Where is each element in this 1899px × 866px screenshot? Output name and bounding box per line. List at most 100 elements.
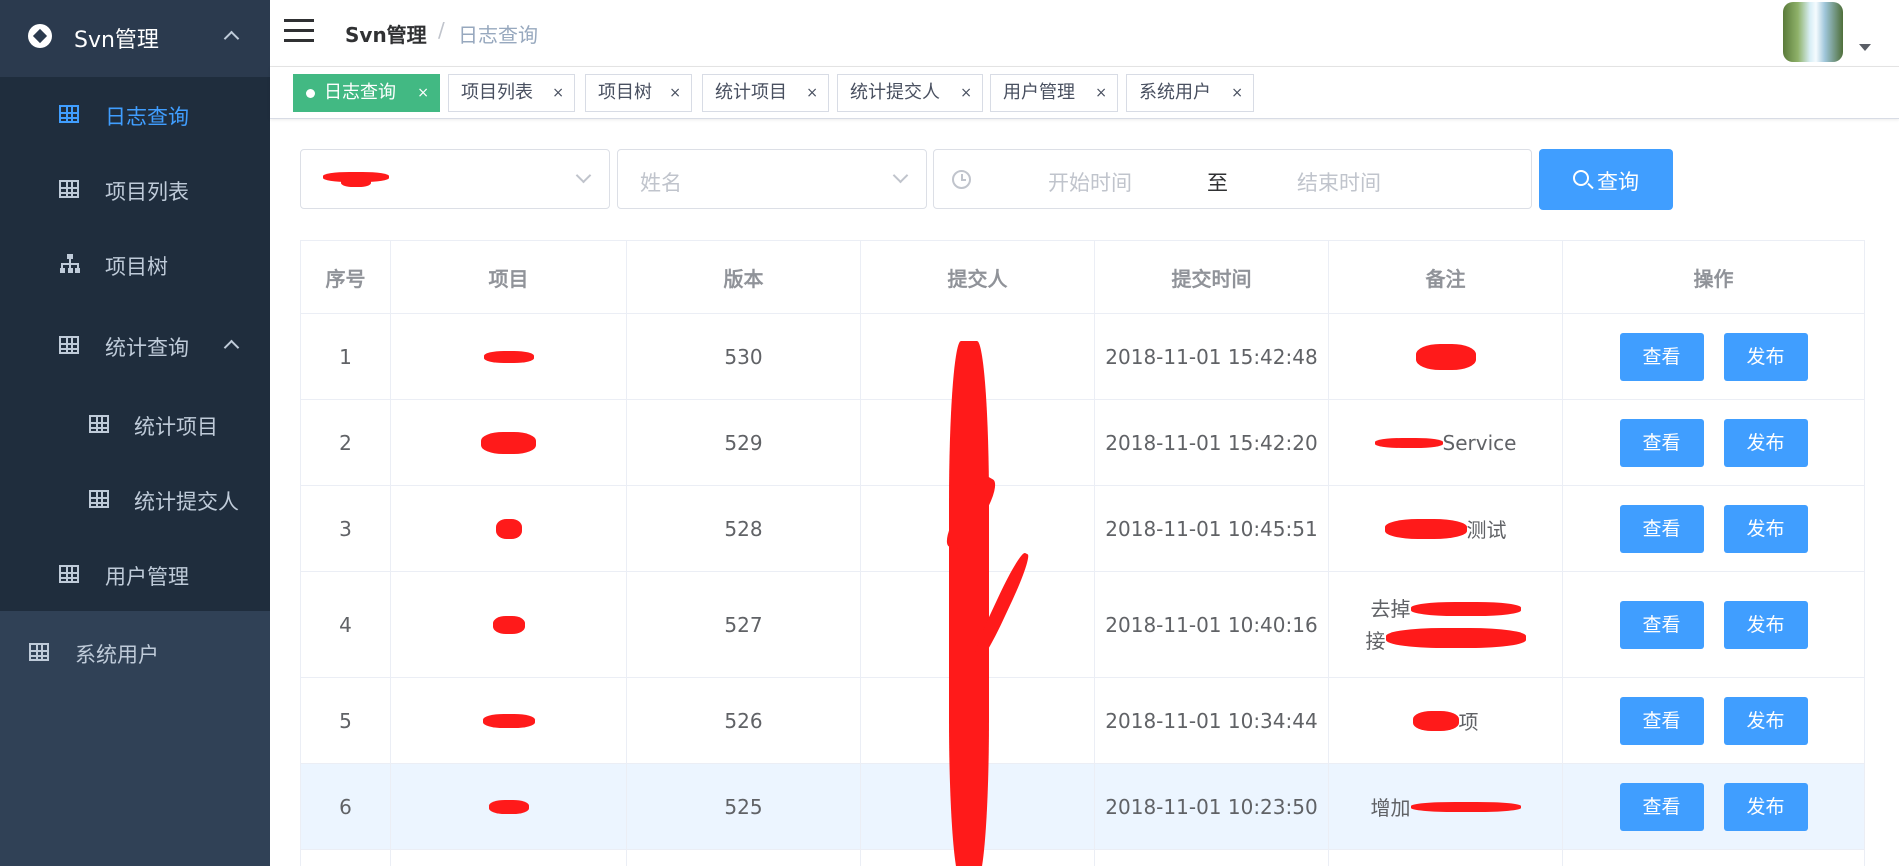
cell-version: 529 [627,400,861,485]
note-text-line2: 接 [1365,628,1386,653]
publish-button[interactable]: 发布 [1723,504,1808,553]
header-version: 版本 [627,241,861,313]
view-button[interactable]: 查看 [1619,600,1704,649]
redaction-mark [1410,601,1521,616]
date-range-picker[interactable]: 开始时间 至 结束时间 [933,149,1532,209]
close-icon[interactable]: × [552,75,564,111]
header-committer: 提交人 [861,241,1095,313]
cell-actions: 查看 发布 [1563,572,1865,677]
cell-version: 530 [627,314,861,399]
project-select[interactable] [300,149,610,209]
cell-actions [1563,850,1865,866]
end-time-input[interactable]: 结束时间 [1297,167,1381,197]
cell-actions: 查看 发布 [1563,678,1865,763]
sidebar-item-project-tree[interactable]: 项目树 [0,227,270,302]
close-icon[interactable]: × [1095,75,1107,111]
cell-time: 2018-11-01 10:45:51 [1095,486,1329,571]
range-separator: 至 [1207,171,1228,195]
redaction-mark [949,341,989,866]
sidebar-item-stats-query[interactable]: 统计查询 [0,302,270,377]
tag-project-tree[interactable]: 项目树 × [585,74,692,112]
publish-button[interactable]: 发布 [1723,332,1808,381]
sidebar-item-user-mgmt[interactable]: 用户管理 [0,537,270,612]
cell-note: Service [1329,400,1563,485]
tag-user-mgmt[interactable]: 用户管理 × [990,74,1118,112]
svn-logo-icon [28,24,52,48]
tag-stats-committer[interactable]: 统计提交人 × [837,74,983,112]
cell-note: 增加 [1329,764,1563,849]
cell-project [391,764,627,849]
sidebar-group-svn[interactable]: Svn管理 [0,0,270,77]
query-button[interactable]: 查询 [1539,149,1673,210]
caret-down-icon[interactable] [1859,44,1871,51]
table-row: 6 525 2018-11-01 10:23:50 增加 查看 发布 [301,764,1865,850]
cell-no: 4 [301,572,391,677]
breadcrumb-root[interactable]: Svn管理 [345,19,427,48]
cell-time: 2018-11-01 10:40:16 [1095,572,1329,677]
tag-label: 日志查询 [324,82,396,103]
close-icon[interactable]: × [669,75,681,111]
cell-project [391,400,627,485]
name-select[interactable]: 姓名 [617,149,927,209]
note-text: 测试 [1466,518,1507,542]
sidebar-submenu: 日志查询 项目列表 项目树 统计查询 统计项目 统计提交人 用户管理 [0,77,270,611]
tag-log-query[interactable]: 日志查询 × [293,74,440,112]
chevron-down-icon [575,167,592,184]
tag-stats-project[interactable]: 统计项目 × [702,74,829,112]
publish-button[interactable]: 发布 [1723,418,1808,467]
close-icon[interactable]: × [417,75,429,111]
view-button[interactable]: 查看 [1619,696,1704,745]
tags-view: 日志查询 × 项目列表 × 项目树 × 统计项目 × 统计提交人 × 用户管理 … [270,67,1899,119]
cell-actions: 查看 发布 [1563,764,1865,849]
cell-no: 6 [301,764,391,849]
redaction-mark [483,350,534,363]
cell-version: 527 [627,572,861,677]
sidebar-item-stats-committer[interactable]: 统计提交人 [0,462,270,537]
note-text: 增加 [1370,796,1411,820]
hamburger-icon[interactable] [284,19,314,43]
sidebar-item-label: 统计提交人 [134,490,239,514]
publish-button[interactable]: 发布 [1723,600,1808,649]
note-text: 项 [1458,710,1479,734]
chevron-up-icon [223,30,240,47]
view-button[interactable]: 查看 [1619,782,1704,831]
header-time: 提交时间 [1095,241,1329,313]
start-time-input[interactable]: 开始时间 [1048,167,1132,197]
breadcrumb-separator: / [438,18,445,42]
view-button[interactable]: 查看 [1619,418,1704,467]
table-icon [59,336,79,354]
header-no: 序号 [301,241,391,313]
close-icon[interactable]: × [960,75,972,111]
sidebar-item-label: 系统用户 [75,643,159,667]
publish-button[interactable]: 发布 [1723,782,1808,831]
publish-button[interactable]: 发布 [1723,696,1808,745]
view-button[interactable]: 查看 [1619,332,1704,381]
sidebar-item-project-list[interactable]: 项目列表 [0,152,270,227]
sidebar-item-log-query[interactable]: 日志查询 [0,77,270,152]
sidebar-group-title: Svn管理 [74,28,159,53]
note-text: Service [1442,430,1517,455]
cell-no: 1 [301,314,391,399]
search-icon [1573,170,1589,186]
tag-project-list[interactable]: 项目列表 × [448,74,575,112]
sidebar-item-system-user[interactable]: 系统用户 [0,615,270,690]
cell-project [391,572,627,677]
view-button[interactable]: 查看 [1619,504,1704,553]
header-actions: 操作 [1563,241,1865,313]
tag-system-user[interactable]: 系统用户 × [1126,74,1254,112]
redaction-mark [488,799,529,814]
avatar[interactable] [1783,2,1843,62]
sidebar-item-stats-project[interactable]: 统计项目 [0,387,270,462]
cell-time: 2018-11-01 15:42:48 [1095,314,1329,399]
cell-version [627,850,861,866]
table-row: 2 529 2018-11-01 15:42:20 Service 查看 发布 [301,400,1865,486]
cell-note [1329,850,1563,866]
name-placeholder: 姓名 [640,171,682,195]
table-row [301,850,1865,866]
cell-version: 528 [627,486,861,571]
close-icon[interactable]: × [1231,75,1243,111]
redaction-mark [1374,437,1443,448]
tag-label: 用户管理 [1003,82,1075,103]
close-icon[interactable]: × [806,75,818,111]
table-row: 3 528 2018-11-01 10:45:51 测试 查看 发布 [301,486,1865,572]
